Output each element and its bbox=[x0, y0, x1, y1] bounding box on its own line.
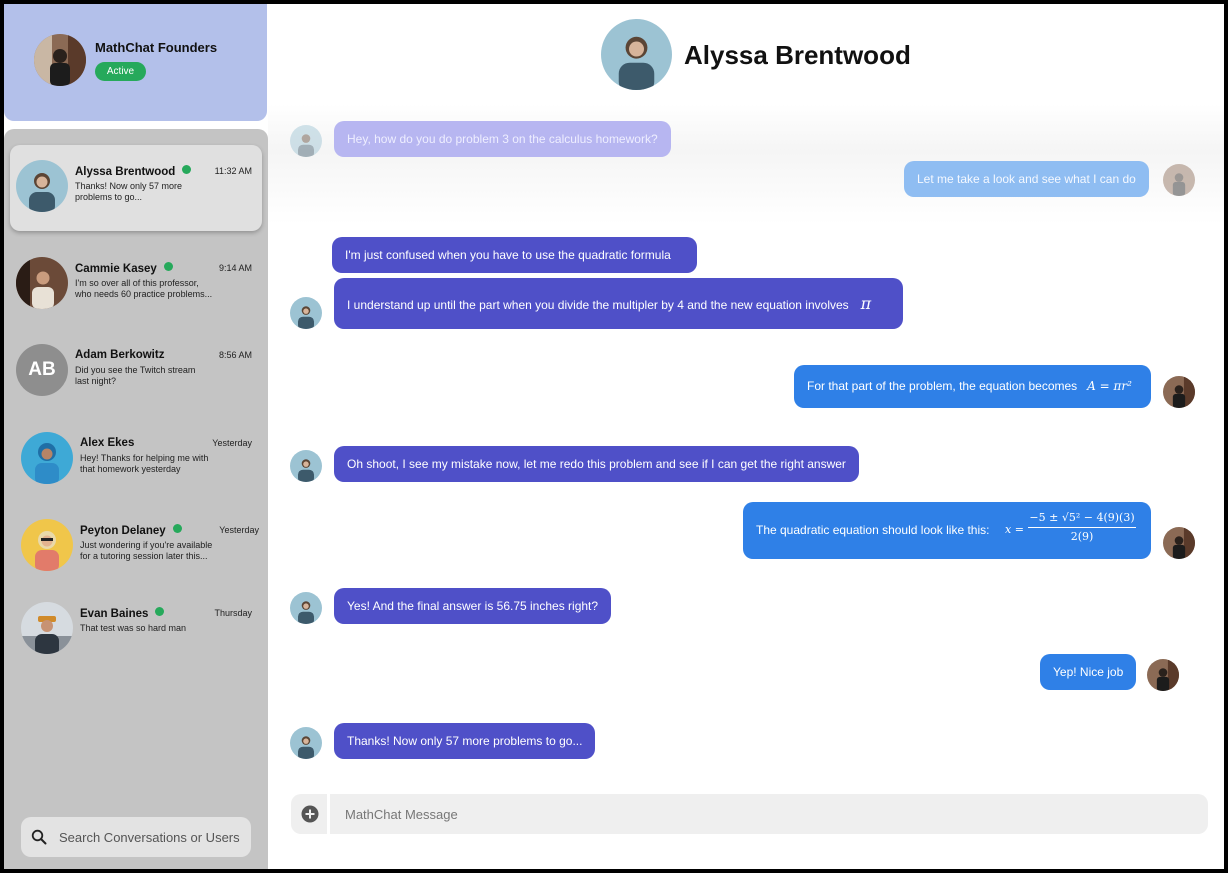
search-input[interactable] bbox=[59, 817, 244, 857]
math-expression: x = bbox=[1005, 523, 1024, 536]
conversation-time: 9:14 AM bbox=[218, 263, 252, 273]
conversation-preview: Just wondering if you're available for a… bbox=[80, 540, 213, 561]
online-indicator bbox=[182, 165, 192, 174]
fraction-bar bbox=[1028, 527, 1136, 528]
conversation-item[interactable]: AB Adam Berkowitz 8:56 AM Did you see th… bbox=[10, 329, 262, 415]
status-badge: Active bbox=[95, 62, 146, 81]
message-bubble-incoming: Yes! And the final answer is 56.75 inche… bbox=[334, 588, 612, 624]
message-bubble-outgoing: The quadratic equation should look like … bbox=[743, 502, 1151, 559]
contact-avatar bbox=[601, 19, 672, 90]
sender-avatar bbox=[290, 727, 322, 759]
online-indicator bbox=[155, 607, 165, 616]
team-name: MathChat Founders bbox=[95, 40, 218, 55]
message-bubble-outgoing: Yep! Nice job bbox=[1040, 654, 1137, 690]
search-bar[interactable] bbox=[21, 817, 251, 857]
sender-avatar bbox=[290, 450, 322, 482]
sender-avatar bbox=[290, 297, 322, 329]
add-attachment-icon[interactable] bbox=[301, 805, 319, 823]
app-window: MathChat Founders Active Alyssa Brentwoo… bbox=[4, 4, 1224, 869]
team-avatar bbox=[34, 34, 86, 86]
avatar bbox=[21, 432, 73, 484]
math-denominator: 2(9) bbox=[1070, 530, 1094, 543]
conversation-name: Cammie Kasey bbox=[75, 262, 173, 275]
conversation-item[interactable]: Alex Ekes Yesterday Hey! Thanks for help… bbox=[10, 417, 262, 503]
conversation-preview: Thanks! Now only 57 more problems to go.… bbox=[75, 181, 183, 202]
math-expression: π bbox=[860, 294, 872, 313]
message-bubble-outgoing: Let me take a look and see what I can do bbox=[904, 161, 1149, 197]
message-bubble-incoming: Hey, how do you do problem 3 on the calc… bbox=[334, 121, 671, 157]
online-indicator bbox=[172, 524, 182, 533]
composer-divider bbox=[327, 794, 330, 834]
conversation-name: Alyssa Brentwood bbox=[75, 165, 192, 178]
math-numerator: −5 ± √5² − 4(9)(3) bbox=[1029, 511, 1135, 524]
message-text: The quadratic equation should look like … bbox=[756, 523, 990, 537]
conversation-name: Adam Berkowitz bbox=[75, 349, 165, 361]
team-card[interactable]: MathChat Founders Active bbox=[4, 4, 267, 121]
conversation-name: Evan Baines bbox=[80, 607, 165, 620]
conversation-list: Alyssa Brentwood 11:32 AM Thanks! Now on… bbox=[4, 129, 268, 869]
conversation-time: Thursday bbox=[214, 608, 252, 618]
conversation-item[interactable]: Evan Baines Thursday That test was so ha… bbox=[10, 587, 262, 673]
sender-avatar bbox=[290, 125, 322, 157]
conversation-preview: I'm so over all of this professor, who n… bbox=[75, 278, 213, 299]
chat-title: Alyssa Brentwood bbox=[684, 40, 911, 70]
conversation-name: Alex Ekes bbox=[80, 437, 135, 449]
message-bubble-incoming: I understand up until the part when you … bbox=[334, 278, 903, 329]
online-indicator bbox=[163, 262, 173, 271]
message-bubble-incoming: Thanks! Now only 57 more problems to go.… bbox=[334, 723, 596, 759]
conversation-time: Yesterday bbox=[219, 525, 259, 535]
message-input[interactable] bbox=[345, 794, 1185, 834]
math-expression: A = πr² bbox=[1087, 379, 1132, 393]
own-avatar bbox=[1163, 376, 1195, 408]
message-composer[interactable] bbox=[291, 794, 1208, 834]
conversation-time: 8:56 AM bbox=[218, 350, 252, 360]
avatar bbox=[21, 602, 73, 654]
conversation-preview: Hey! Thanks for helping me with that hom… bbox=[80, 453, 209, 474]
conversation-name: Peyton Delaney bbox=[80, 524, 182, 537]
avatar bbox=[16, 257, 68, 309]
search-icon bbox=[31, 829, 47, 845]
own-avatar bbox=[1147, 659, 1179, 691]
own-avatar bbox=[1163, 527, 1195, 559]
message-bubble-incoming: Oh shoot, I see my mistake now, let me r… bbox=[334, 446, 859, 482]
conversation-time: Yesterday bbox=[212, 438, 252, 448]
conversation-time: 11:32 AM bbox=[214, 166, 252, 176]
conversation-item[interactable]: Alyssa Brentwood 11:32 AM Thanks! Now on… bbox=[10, 145, 262, 231]
conversation-item[interactable]: Cammie Kasey 9:14 AM I'm so over all of … bbox=[10, 242, 262, 328]
avatar bbox=[16, 160, 68, 212]
message-bubble-incoming: I'm just confused when you have to use t… bbox=[332, 237, 697, 273]
own-avatar bbox=[1163, 164, 1195, 196]
sender-avatar bbox=[290, 592, 322, 624]
message-bubble-outgoing: For that part of the problem, the equati… bbox=[794, 365, 1151, 408]
avatar bbox=[21, 519, 73, 571]
conversation-item[interactable]: Peyton Delaney Yesterday Just wondering … bbox=[10, 504, 262, 590]
avatar: AB bbox=[16, 344, 68, 396]
conversation-preview: Did you see the Twitch stream last night… bbox=[75, 365, 196, 386]
conversation-preview: That test was so hard man bbox=[80, 623, 187, 633]
